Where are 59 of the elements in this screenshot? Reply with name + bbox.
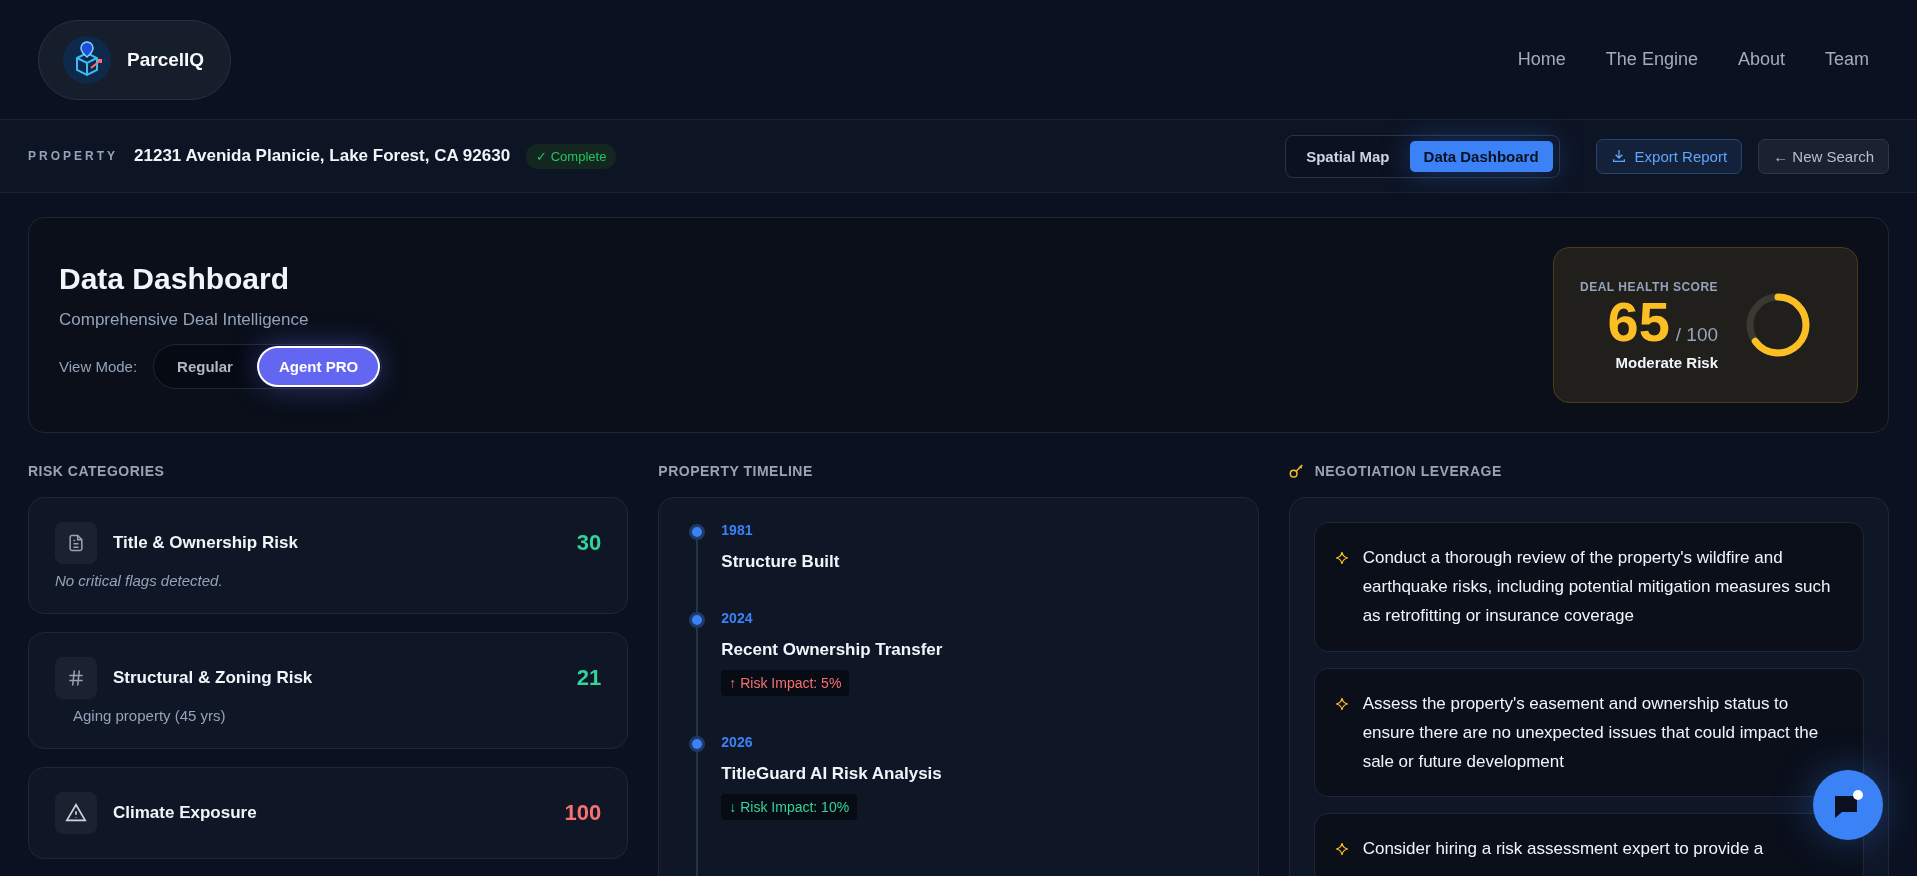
sparkle-icon (1334, 551, 1349, 565)
score-max: / 100 (1675, 323, 1719, 346)
sparkle-icon (1334, 696, 1349, 711)
view-tab[interactable]: Data Dashboard (1409, 140, 1553, 172)
score-value: 65 (1607, 293, 1670, 350)
leverage-text: Consider hiring a risk assessment expert to provide a (1362, 838, 1764, 861)
dashboard-title: Data Dashboard (59, 261, 291, 296)
nav-link[interactable]: Home (1517, 49, 1566, 70)
view-mode-label: View Mode: (59, 357, 138, 375)
leverage-text: Conduct a thorough review of the property's wildfire and earthquake risks, including potential mitigation measures such as retrofitting or insurance coverage (1362, 547, 1832, 628)
risk-note: Aging property (45 yrs) (72, 707, 227, 724)
leverage-text: Assess the property's easement and ownership status to ensure there are no unexpected issues that could impact the sale or future development (1362, 692, 1820, 774)
nav-link[interactable]: Team (1825, 49, 1869, 70)
new-search-button[interactable]: ← New Search (1758, 138, 1889, 174)
document-icon (66, 533, 86, 553)
risk-card[interactable]: Title & Ownership Risk 30 No critical flags detected. (28, 497, 629, 614)
section-heading: RISK CATEGORIES (28, 463, 165, 479)
nav-link[interactable]: The Engine (1605, 49, 1698, 70)
timeline-title: Structure Built (721, 552, 841, 572)
timeline-dot (689, 524, 706, 540)
property-label: PROPERTY (28, 149, 118, 163)
logo-pill[interactable]: ParcelIQ (38, 19, 232, 100)
score-rating: Moderate Risk (1615, 353, 1719, 371)
hash-icon (66, 668, 86, 688)
risk-score: 21 (576, 665, 602, 691)
risk-card[interactable]: Structural & Zoning Risk 21 Aging property (45 yrs) (28, 632, 629, 749)
risk-title: Climate Exposure (113, 803, 258, 823)
dashboard-subtitle: Comprehensive Deal Intelligence (59, 309, 310, 330)
risk-score: 100 (564, 800, 602, 826)
key-icon (1288, 463, 1305, 479)
view-tab[interactable]: Spatial Map (1292, 140, 1404, 172)
nav-link[interactable]: About (1737, 49, 1785, 70)
risk-title: Title & Ownership Risk (113, 533, 299, 553)
mode-option[interactable]: Agent PRO (258, 347, 379, 385)
warning-icon (65, 802, 87, 824)
risk-impact-badge: ↓ Risk Impact: 10% (721, 794, 858, 820)
timeline-dot (689, 736, 706, 752)
risk-impact-badge: ↑ Risk Impact: 5% (721, 670, 850, 696)
risk-card[interactable]: Climate Exposure 100 (28, 767, 629, 859)
timeline-year: 1981 (721, 522, 754, 538)
risk-title: Structural & Zoning Risk (113, 668, 314, 688)
risk-note: No critical flags detected. (55, 572, 224, 589)
timeline-title: Recent Ownership Transfer (721, 640, 944, 660)
download-icon (1610, 148, 1627, 164)
timeline-year: 2024 (721, 610, 754, 626)
export-button[interactable]: Export Report (1595, 138, 1743, 174)
logo-icon (63, 35, 111, 84)
sparkle-icon (1334, 842, 1349, 857)
score-label: DEAL HEALTH SCORE (1580, 279, 1719, 294)
timeline-dot (689, 612, 706, 628)
timeline-title: TitleGuard AI Risk Analysis (721, 764, 943, 784)
timeline-year: 2026 (721, 734, 754, 750)
section-heading: PROPERTY TIMELINE (658, 463, 813, 479)
property-address: 21231 Avenida Planicie, Lake Forest, CA 92630 (134, 146, 511, 166)
mode-option[interactable]: Regular (157, 347, 253, 385)
brand-name: ParcelIQ (127, 48, 205, 71)
risk-score: 30 (576, 530, 602, 556)
status-badge: ✓ Complete (526, 143, 617, 169)
section-heading: NEGOTIATION LEVERAGE (1314, 463, 1502, 479)
